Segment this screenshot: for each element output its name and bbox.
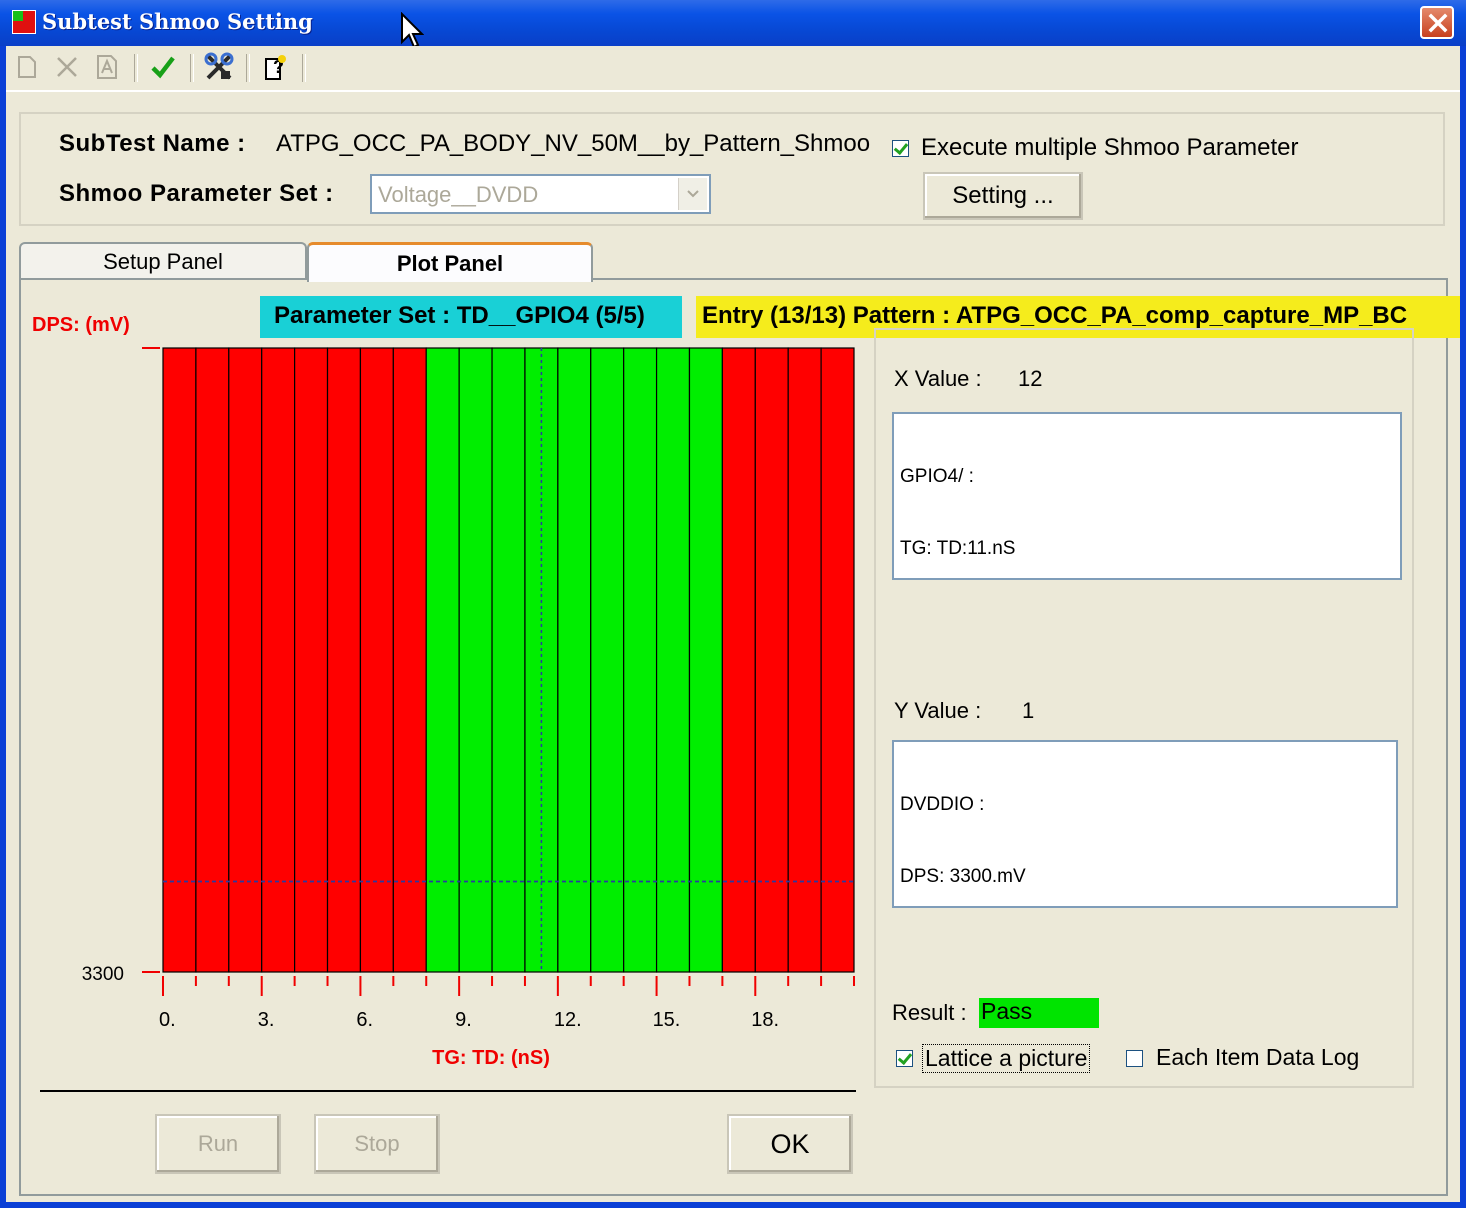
- shmoo-cell[interactable]: [228, 347, 263, 973]
- param-set-value: Voltage__DVDD: [378, 182, 539, 207]
- app-icon: [12, 10, 36, 34]
- x-tick-label: 9.: [455, 1009, 472, 1031]
- x-value-label: X Value :: [894, 366, 982, 391]
- x-tick-label: 12.: [554, 1009, 582, 1031]
- shmoo-cell[interactable]: [392, 347, 427, 973]
- shmoo-cell[interactable]: [688, 347, 723, 973]
- shmoo-cell[interactable]: [557, 347, 592, 973]
- x-memo-line: GPIO4/ :: [900, 466, 974, 487]
- param-set-combobox[interactable]: Voltage__DVDD: [370, 174, 711, 214]
- shmoo-cell[interactable]: [162, 347, 197, 973]
- lattice-picture-checkbox[interactable]: [896, 1050, 913, 1067]
- ok-button[interactable]: OK: [727, 1114, 853, 1174]
- lattice-picture-label[interactable]: Lattice a picture: [922, 1044, 1091, 1073]
- setting-button[interactable]: Setting ...: [923, 172, 1083, 220]
- subtest-name-value: ATPG_OCC_PA_BODY_NV_50M__by_Pattern_Shmo…: [276, 130, 871, 157]
- help-icon[interactable]: ?: [260, 52, 290, 82]
- title-bar[interactable]: Subtest Shmoo Setting: [0, 0, 1466, 46]
- shmoo-cell[interactable]: [787, 347, 822, 973]
- shmoo-plot[interactable]: 3300 0. 3. 6. 9. 12. 15. 18. TG: TD: (nS): [6, 326, 866, 1086]
- result-label: Result :: [892, 1000, 967, 1025]
- x-tick-label: 15.: [653, 1009, 681, 1031]
- shmoo-cell[interactable]: [754, 347, 789, 973]
- x-value: 12: [1018, 366, 1043, 391]
- each-item-data-log-checkbox[interactable]: [1126, 1050, 1143, 1067]
- x-tick-label: 3.: [258, 1009, 275, 1031]
- y-memo-line: DVDDIO :: [900, 794, 985, 815]
- shmoo-cell[interactable]: [326, 347, 362, 973]
- parameter-set-banner: Parameter Set : TD__GPIO4 (5/5): [260, 296, 682, 338]
- x-tick-label: 18.: [751, 1009, 779, 1031]
- toolbar-separator: [302, 54, 306, 82]
- shmoo-cell[interactable]: [425, 347, 460, 973]
- y-value-memo[interactable]: DVDDIO : DPS: 3300.mV: [892, 740, 1398, 908]
- shmoo-cell[interactable]: [359, 347, 394, 973]
- x-value-memo[interactable]: GPIO4/ : TG: TD:11.nS: [892, 412, 1402, 580]
- shmoo-cell[interactable]: [623, 347, 658, 973]
- close-button[interactable]: [1420, 6, 1454, 39]
- close-icon: [1428, 13, 1448, 33]
- new-icon[interactable]: [12, 52, 42, 82]
- delete-icon[interactable]: [52, 52, 82, 82]
- y-memo-line: DPS: 3300.mV: [900, 866, 1026, 887]
- shmoo-cell[interactable]: [458, 347, 493, 973]
- tools-icon[interactable]: [204, 52, 234, 82]
- toolbar: ?: [6, 46, 1460, 92]
- shmoo-cell[interactable]: [721, 347, 756, 973]
- x-axis-label: TG: TD: (nS): [432, 1047, 550, 1069]
- each-item-data-log-label: Each Item Data Log: [1156, 1044, 1360, 1070]
- execute-multiple-checkbox[interactable]: [892, 140, 909, 157]
- shmoo-cell[interactable]: [261, 347, 296, 973]
- check-icon[interactable]: [148, 52, 178, 82]
- shmoo-cell[interactable]: [491, 347, 526, 973]
- shmoo-cell[interactable]: [195, 347, 230, 973]
- execute-multiple-label: Execute multiple Shmoo Parameter: [921, 134, 1299, 161]
- shmoo-cell[interactable]: [294, 347, 329, 973]
- rename-icon[interactable]: [92, 52, 122, 82]
- tab-plot-panel[interactable]: Plot Panel: [307, 242, 593, 282]
- chevron-down-icon[interactable]: [678, 178, 707, 210]
- window-title: Subtest Shmoo Setting: [42, 9, 313, 34]
- dialog-window: Subtest Shmoo Setting ? SubTest Name: A…: [0, 0, 1466, 1208]
- toolbar-separator: [246, 54, 250, 82]
- stop-button[interactable]: Stop: [314, 1114, 440, 1174]
- plot-divider: [40, 1090, 856, 1092]
- dialog-client-area: ? SubTest Name : ATPG_OCC_PA_BODY_NV_50M…: [6, 46, 1460, 1202]
- toolbar-separator: [134, 54, 138, 82]
- y-value-label: Y Value :: [894, 698, 982, 723]
- y-tick-label: 3300: [82, 964, 124, 985]
- x-tick-label: 0.: [159, 1009, 176, 1031]
- result-value: Pass: [979, 998, 1099, 1028]
- toolbar-separator: [190, 54, 194, 82]
- mouse-cursor-icon: [401, 12, 424, 49]
- tab-setup-panel[interactable]: Setup Panel: [19, 242, 307, 280]
- x-tick-label: 6.: [356, 1009, 373, 1031]
- subtest-name-label: SubTest Name :: [59, 130, 246, 157]
- shmoo-cell[interactable]: [590, 347, 625, 973]
- y-value: 1: [1022, 698, 1035, 723]
- shmoo-cell[interactable]: [820, 347, 855, 973]
- param-set-label: Shmoo Parameter Set :: [59, 180, 334, 207]
- shmoo-cell[interactable]: [655, 347, 691, 973]
- x-memo-line: TG: TD:11.nS: [900, 538, 1016, 559]
- run-button[interactable]: Run: [155, 1114, 281, 1174]
